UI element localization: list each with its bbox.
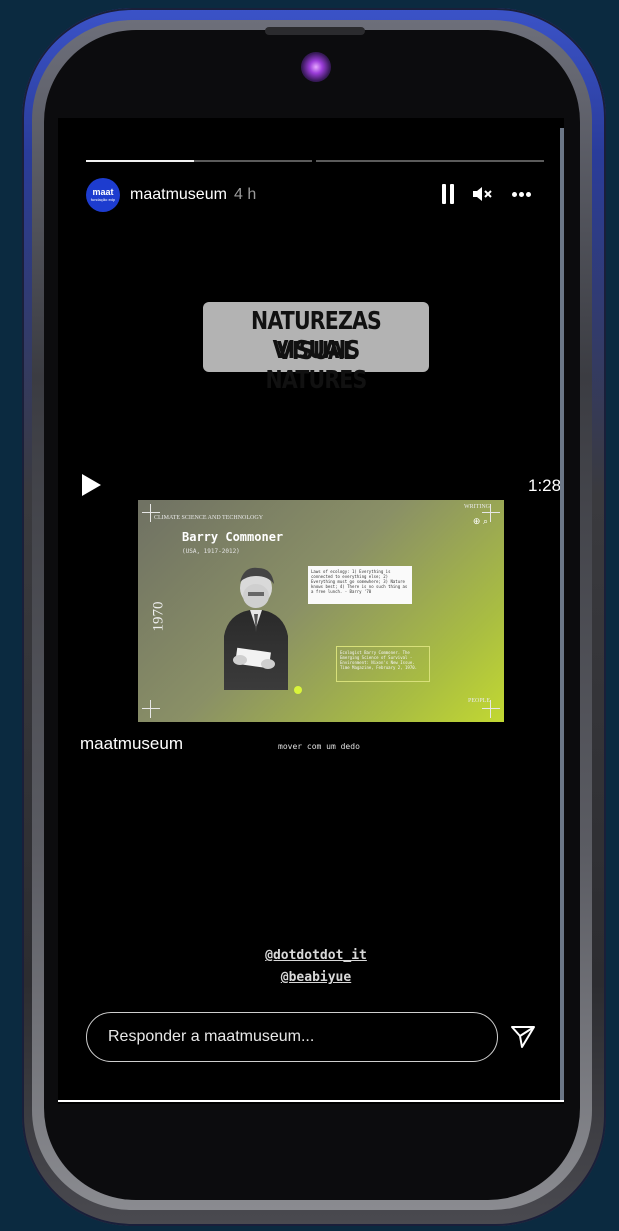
story-progress-segment-2	[316, 160, 544, 162]
story-screen[interactable]: maat fundação edp maatmuseum 4 h NATUREZ…	[58, 118, 564, 1104]
send-icon[interactable]	[510, 1024, 536, 1050]
story-progress-segment-1	[86, 160, 312, 162]
pause-icon[interactable]	[440, 184, 456, 204]
video-year-marker: 1970	[150, 601, 167, 632]
video-corner-top: WRITING	[464, 504, 490, 510]
video-duration: 1:28	[528, 476, 562, 495]
video-owner-username[interactable]: maatmuseum	[80, 734, 183, 754]
home-indicator-line	[58, 1100, 564, 1102]
story-progress-fill-1	[86, 160, 195, 162]
avatar-text: maat	[92, 187, 114, 197]
more-icon[interactable]	[512, 192, 532, 198]
video-person-name: Barry Commoner	[182, 530, 284, 544]
video-caption-box: Ecologist Barry Commoner. The Emerging S…	[336, 646, 430, 682]
speaker-grille	[265, 27, 365, 35]
reply-placeholder: Responder a maatmuseum...	[108, 1028, 315, 1045]
video-category: CLIMATE SCIENCE AND TECHNOLOGY	[154, 515, 264, 521]
video-frame[interactable]: CLIMATE SCIENCE AND TECHNOLOGY WRITING ⊕…	[138, 500, 504, 722]
title-line-2: VISUAL NATURES	[265, 336, 368, 394]
mute-icon[interactable]	[472, 184, 494, 204]
swipe-hint: mover com um dedo	[278, 742, 360, 751]
story-time-ago: 4 h	[234, 186, 257, 203]
globe-search-icon: ⊕ ⌕	[472, 516, 488, 526]
front-camera	[301, 52, 331, 82]
video-corner-bottom: PEOPLE	[467, 698, 490, 704]
mention-beabiyue[interactable]: @beabiyue	[208, 970, 424, 985]
corner-plus-bottom-left	[142, 700, 160, 718]
screen-edge-highlight	[560, 128, 564, 1100]
portrait-illustration	[224, 567, 288, 690]
video-person-years: (USA, 1917-2012)	[182, 548, 240, 555]
avatar[interactable]: maat fundação edp	[86, 178, 120, 212]
story-username[interactable]: maatmuseum	[130, 186, 227, 204]
mention-dotdotdot[interactable]: @dotdotdot_it	[208, 948, 424, 963]
avatar-subtext: fundação edp	[90, 197, 116, 202]
video-highlight-dot	[294, 686, 302, 694]
play-icon[interactable]	[82, 474, 101, 496]
video-quote-card: Laws of ecology: 1) Everything is connec…	[308, 566, 412, 604]
